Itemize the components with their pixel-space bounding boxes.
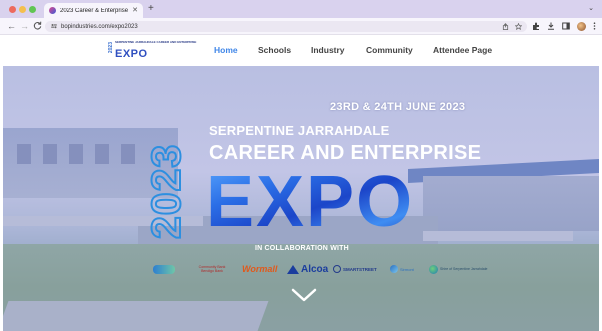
sponsor-name: Sirmont: [400, 266, 414, 272]
reload-button[interactable]: [33, 21, 42, 33]
forward-button[interactable]: →: [20, 21, 29, 32]
hero-year: 2023: [142, 143, 190, 240]
reload-icon: [33, 21, 42, 30]
sponsor-name: Bendigo Bank: [201, 269, 223, 273]
site-logo[interactable]: 2023 SERPENTINE JARRAHDALE CAREER AND EN…: [108, 40, 196, 62]
site-info-icon[interactable]: [51, 23, 57, 31]
hero-banner: 23RD & 24TH JUNE 2023 2023 SERPENTINE JA…: [3, 66, 599, 331]
nav-home[interactable]: Home: [214, 45, 238, 55]
logo-expo: EXPO: [115, 48, 148, 60]
site-header: 2023 SERPENTINE JARRAHDALE CAREER AND EN…: [0, 35, 602, 66]
background-window: [121, 144, 135, 164]
profile-avatar[interactable]: [577, 22, 586, 31]
sponsor-logo[interactable]: Alcoa: [287, 262, 328, 276]
tab-close-icon[interactable]: ✕: [132, 7, 138, 14]
browser-toolbar: ← → bopindustries.com/expo2023: [0, 18, 602, 35]
sponsor-ring-icon: [333, 265, 341, 273]
sponsor-logo[interactable]: Community Bank Bendigo Bank: [193, 262, 231, 276]
sponsor-logo[interactable]: Shire of Serpentine Jarrahdale: [429, 262, 487, 276]
event-date: 23RD & 24TH JUNE 2023: [330, 101, 466, 113]
collaboration-label: IN COLLABORATION WITH: [255, 245, 349, 252]
tab-title: 2023 Career & Enterprise Exp: [60, 7, 129, 14]
extensions-icon[interactable]: [532, 22, 540, 30]
sponsor-name: Wormall: [242, 264, 278, 274]
background-window: [95, 144, 109, 164]
background-building: [423, 176, 599, 231]
nav-schools[interactable]: Schools: [258, 45, 291, 55]
sponsor-logo[interactable]: SMARTSTREET: [333, 262, 377, 276]
sponsor-logos: Community Bank Bendigo Bank Wormall Alco…: [153, 262, 487, 276]
sponsor-globe-icon: [429, 264, 438, 274]
logo-tagline: SERPENTINE JARRAHDALE CAREER AND ENTERPR…: [115, 40, 197, 44]
browser-tab-bar: 2023 Career & Enterprise Exp ✕ + ⌄: [0, 0, 602, 18]
sponsor-logo[interactable]: [153, 262, 177, 276]
back-button[interactable]: ←: [7, 21, 16, 32]
alcoa-logo-icon: [287, 264, 299, 274]
sidepanel-icon[interactable]: [562, 22, 570, 30]
new-tab-button[interactable]: +: [148, 3, 154, 15]
logo-year: 2023: [108, 42, 114, 54]
window-minimize-button[interactable]: [19, 6, 26, 13]
site-favicon-icon: [49, 7, 56, 14]
hero-expo-wordmark: EXPO: [206, 162, 415, 242]
browser-tab[interactable]: 2023 Career & Enterprise Exp ✕: [44, 3, 143, 18]
star-icon[interactable]: [515, 23, 522, 30]
background-window: [43, 144, 57, 164]
background-window: [17, 144, 31, 164]
sponsor-logo[interactable]: Wormall: [242, 262, 277, 276]
sponsor-logo[interactable]: Sirmont: [390, 262, 414, 276]
nav-industry[interactable]: Industry: [311, 45, 345, 55]
download-icon[interactable]: [547, 22, 555, 30]
window-zoom-button[interactable]: [29, 6, 36, 13]
sponsor-name: SMARTSTREET: [343, 266, 377, 272]
background-path: [3, 301, 269, 331]
hero-subtitle: SERPENTINE JARRAHDALE: [209, 123, 390, 138]
chevron-down-icon[interactable]: [291, 288, 317, 302]
sponsor-name: Alcoa: [301, 263, 329, 275]
tab-search-icon[interactable]: ⌄: [588, 4, 594, 12]
share-icon[interactable]: [502, 23, 509, 30]
menu-icon[interactable]: [593, 22, 596, 30]
sponsor-name: Shire of Serpentine Jarrahdale: [440, 267, 488, 271]
address-bar[interactable]: bopindustries.com/expo2023: [45, 21, 527, 32]
nav-attendee-page[interactable]: Attendee Page: [433, 45, 492, 55]
nav-community[interactable]: Community: [366, 45, 413, 55]
sponsor-wave-icon: [390, 265, 398, 273]
window-close-button[interactable]: [9, 6, 16, 13]
background-window: [69, 144, 83, 164]
url-text: bopindustries.com/expo2023: [61, 23, 138, 30]
background-fence: [423, 231, 573, 241]
sponsor-mark-icon: [153, 264, 175, 274]
